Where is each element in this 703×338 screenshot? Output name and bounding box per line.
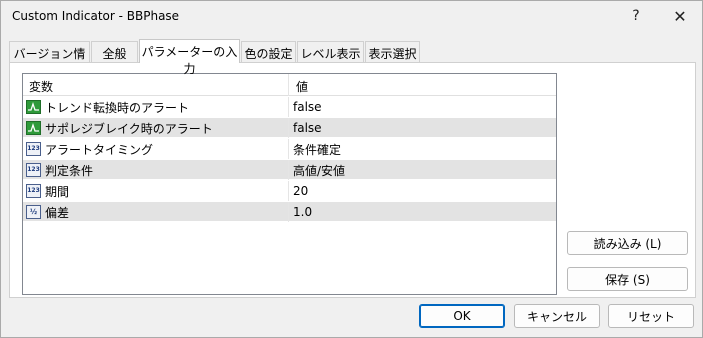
reset-button[interactable]: リセット [608,304,694,328]
parameters-grid: 変数 値 トレンド転換時のアラート false サポレジブレイク時のアラート f… [22,73,557,295]
table-row[interactable]: 123 アラートタイミング 条件確定 [23,139,556,159]
double-icon: ½ [26,205,41,219]
tab-version-info[interactable]: バージョン情報 [9,41,90,78]
tab-visualization[interactable]: 表示選択 [365,41,420,62]
parameter-value[interactable]: 高値/安値 [293,160,345,180]
parameter-name: サポレジブレイク時のアラート [45,121,213,136]
tab-levels[interactable]: レベル表示 [297,41,364,62]
parameters-panel: 変数 値 トレンド転換時のアラート false サポレジブレイク時のアラート f… [9,62,696,298]
window-title: Custom Indicator - BBPhase [12,9,180,23]
row-name-cell: 123 アラートタイミング [23,139,289,159]
table-row[interactable]: トレンド転換時のアラート false [23,97,556,117]
help-button[interactable]: ? [615,1,657,31]
load-button[interactable]: 読み込み (L) [567,231,688,255]
row-name-cell: 123 判定条件 [23,160,289,180]
cancel-button[interactable]: キャンセル [514,304,600,328]
dialog-window: Custom Indicator - BBPhase ? ✕ バージョン情報 全… [0,0,703,338]
row-name-cell: サポレジブレイク時のアラート [23,118,289,138]
close-button[interactable]: ✕ [659,1,701,31]
parameter-name: 偏差 [45,205,70,220]
table-row[interactable]: ½ 偏差 1.0 [23,202,556,222]
parameter-value[interactable]: false [293,97,322,117]
help-icon: ? [632,8,640,24]
int-icon: 123 [26,163,41,177]
tab-colors[interactable]: 色の設定 [241,41,296,62]
grid-header: 変数 値 [23,74,556,96]
parameter-name: 判定条件 [45,163,94,178]
parameter-name: トレンド転換時のアラート [45,100,190,115]
table-row[interactable]: サポレジブレイク時のアラート false [23,118,556,138]
row-name-cell: トレンド転換時のアラート [23,97,289,117]
tab-general[interactable]: 全般 [91,41,138,62]
parameter-name: 期間 [45,184,70,199]
tab-input-parameters[interactable]: パラメーターの入力 [139,39,240,76]
row-name-cell: ½ 偏差 [23,202,289,222]
save-button[interactable]: 保存 (S) [567,267,688,291]
parameter-value[interactable]: 20 [293,181,308,201]
row-name-cell: 123 期間 [23,181,289,201]
table-row[interactable]: 123 判定条件 高値/安値 [23,160,556,180]
int-icon: 123 [26,184,41,198]
parameter-name: アラートタイミング [45,142,154,157]
column-header-variable[interactable]: 変数 [23,74,289,96]
column-header-value[interactable]: 値 [290,74,556,96]
parameter-value[interactable]: 条件確定 [293,139,341,159]
table-row[interactable]: 123 期間 20 [23,181,556,201]
ok-button[interactable]: OK [419,304,505,328]
int-icon: 123 [26,142,41,156]
title-bar: Custom Indicator - BBPhase ? ✕ [1,1,702,33]
parameter-value[interactable]: 1.0 [293,202,312,222]
close-icon: ✕ [673,6,687,26]
bool-icon [26,121,41,135]
parameter-value[interactable]: false [293,118,322,138]
bool-icon [26,100,41,114]
